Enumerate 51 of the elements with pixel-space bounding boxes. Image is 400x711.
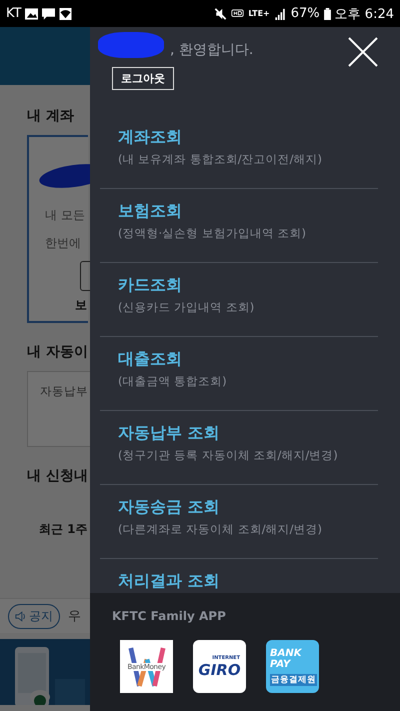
app-label: GIRO — [198, 660, 241, 678]
menu-item[interactable]: 계좌조회 (내 보유계좌 통합조회/잔고이전/해지) — [100, 115, 378, 189]
menu-subtitle: (청구기관 등록 자동이체 조회/해지/변경) — [118, 448, 339, 463]
menu-subtitle: (대출금액 통합조회) — [118, 374, 228, 389]
app-label: 금융결제원 — [270, 674, 317, 686]
clock-text: 오후 6:24 — [334, 6, 394, 22]
section-title: 내 자동이 — [27, 343, 88, 361]
menu-subtitle: (내 보유계좌 통합조회/잔고이전/해지) — [118, 152, 324, 167]
image-icon — [25, 8, 38, 20]
card-button-label: 보 — [75, 297, 87, 314]
card-text: 한번에 — [45, 235, 81, 251]
menu-title: 카드조회 — [118, 275, 182, 296]
welcome-text: , 환영합니다. — [170, 41, 254, 59]
battery-icon — [324, 8, 331, 20]
menu-title: 계좌조회 — [118, 127, 182, 148]
battery-percent: 67% — [290, 6, 320, 21]
recent-text: 최근 1주 — [39, 521, 88, 538]
notice-text: 우 — [68, 608, 81, 625]
menu-item[interactable]: 처리결과 조회 — [100, 559, 378, 593]
close-icon[interactable] — [348, 37, 378, 67]
w-logo-icon — [128, 646, 166, 688]
card-text: 내 모든 — [45, 207, 85, 223]
menu-title: 처리결과 조회 — [118, 571, 220, 592]
speaker-icon — [15, 610, 27, 622]
menu-item[interactable]: 대출조회 (대출금액 통합조회) — [100, 337, 378, 411]
hd-icon — [231, 8, 244, 20]
menu-subtitle: (다른계좌로 자동이체 조회/해지/변경) — [118, 522, 324, 537]
signal-icon — [274, 8, 287, 20]
menu-subtitle: (정액형·실손형 보험가입내역 조회) — [118, 226, 307, 241]
section-title: 내 신청내 — [27, 467, 88, 485]
family-title: KFTC Family APP — [112, 609, 226, 623]
menu-item[interactable]: 카드조회 (신용카드 가입내역 조회) — [100, 263, 378, 337]
app-label: BANK PAY — [270, 648, 303, 670]
wifi-icon — [59, 8, 72, 20]
menu-subtitle: (신용카드 가입내역 조회) — [118, 300, 256, 315]
box-text: 자동납부 — [40, 384, 88, 398]
chat-icon — [42, 8, 56, 20]
menu-item[interactable]: 자동송금 조회 (다른계좌로 자동이체 조회/해지/변경) — [100, 485, 378, 559]
logout-button[interactable]: 로그아웃 — [112, 67, 174, 90]
redaction-mark — [98, 32, 164, 58]
section-title: 내 계좌 — [27, 107, 74, 125]
mute-icon — [214, 8, 228, 20]
menu-item[interactable]: 자동납부 조회 (청구기관 등록 자동이체 조회/해지/변경) — [100, 411, 378, 485]
menu-title: 대출조회 — [118, 349, 182, 370]
menu-item[interactable]: 보험조회 (정액형·실손형 보험가입내역 조회) — [100, 189, 378, 263]
menu-title: 자동송금 조회 — [118, 497, 220, 518]
menu-title: 자동납부 조회 — [118, 423, 220, 444]
network-text: LTE+ — [248, 9, 270, 18]
menu-title: 보험조회 — [118, 201, 182, 222]
carrier-text: KT — [6, 6, 22, 21]
app-icon[interactable]: BANK PAY 금융결제원 — [266, 640, 319, 693]
